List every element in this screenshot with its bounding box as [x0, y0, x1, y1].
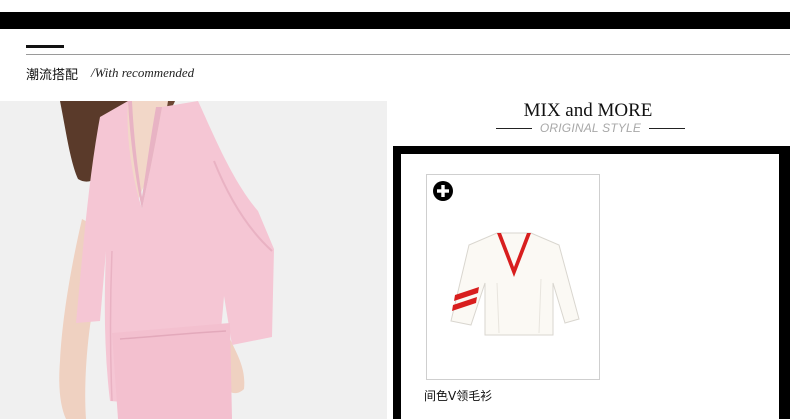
section-accent-line: [26, 45, 64, 48]
section-title: 潮流搭配: [26, 68, 79, 83]
section-divider: [26, 54, 790, 55]
mix-title: MIX and MORE: [523, 100, 653, 121]
mix-subtitle-block: ORIGINAL STYLE: [496, 121, 685, 135]
mix-subtitle-line-right: [649, 128, 685, 129]
product-name-link[interactable]: 间色V领毛衫: [424, 387, 492, 404]
plus-circle-icon[interactable]: [433, 181, 453, 201]
top-bar: [0, 12, 790, 29]
product-frame-inner: [401, 154, 779, 419]
product-image[interactable]: [441, 223, 587, 353]
product-card[interactable]: [426, 174, 600, 380]
product-frame: [393, 146, 790, 419]
lookbook-photo: [0, 101, 387, 419]
section-subtitle: /With recommended: [91, 65, 195, 80]
